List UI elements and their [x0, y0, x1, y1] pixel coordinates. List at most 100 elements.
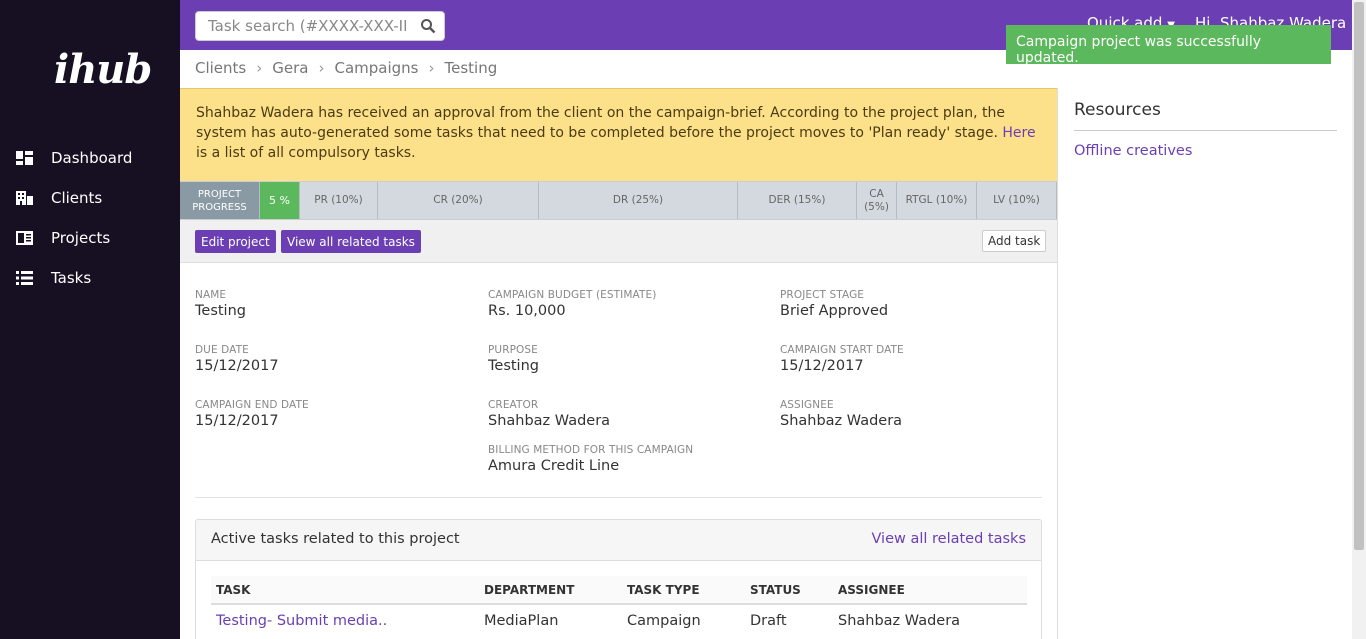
sidebar-item-label: Projects — [51, 229, 111, 247]
panel-title: Active tasks related to this project — [211, 531, 460, 547]
offline-creatives-link[interactable]: Offline creatives — [1074, 143, 1192, 159]
task-status: Draft — [750, 613, 787, 629]
sidebar-item-label: Dashboard — [51, 149, 133, 167]
detail-purpose: PURPOSE Testing — [488, 344, 539, 374]
stage-cr: CR (20%) — [378, 182, 539, 219]
sidebar-nav: Dashboard Clients Projects Tasks — [0, 138, 180, 298]
detail-name: NAME Testing — [195, 289, 246, 319]
stage-dr: DR (25%) — [539, 182, 738, 219]
detail-start-date: CAMPAIGN START DATE 15/12/2017 — [780, 344, 904, 374]
detail-budget: CAMPAIGN BUDGET (ESTIMATE) Rs. 10,000 — [488, 289, 656, 319]
page-scrollbar[interactable] — [1352, 0, 1366, 639]
breadcrumb: Clients › Gera › Campaigns › Testing — [195, 59, 497, 77]
breadcrumb-separator: › — [428, 59, 435, 77]
detail-stage: PROJECT STAGE Brief Approved — [780, 289, 888, 319]
resources-divider — [1074, 130, 1337, 131]
list-icon — [16, 271, 33, 285]
progress-label: PROJECT PROGRESS — [180, 182, 260, 219]
progress-label-line1: PROJECT — [197, 188, 242, 200]
sidebar-item-label: Clients — [51, 189, 103, 207]
dashboard-icon — [16, 151, 33, 165]
sidebar-item-tasks[interactable]: Tasks — [0, 258, 180, 298]
detail-label: CREATOR — [488, 399, 539, 411]
detail-value: Testing — [488, 358, 539, 374]
success-toast[interactable]: Campaign project was successfully update… — [1006, 25, 1331, 66]
alert-link[interactable]: Here — [1002, 125, 1035, 141]
project-progress: PROJECT PROGRESS 5 % PR (10%) CR (20%) DR… — [180, 181, 1057, 220]
projects-icon — [16, 231, 33, 245]
detail-label: CAMPAIGN START DATE — [780, 344, 904, 356]
detail-label: ASSIGNEE — [780, 399, 834, 411]
progress-done: 5 % — [260, 182, 300, 219]
detail-value: Amura Credit Line — [488, 458, 620, 474]
alert-text: Shahbaz Wadera has received an approval … — [196, 105, 1006, 141]
column-header[interactable]: ASSIGNEE — [838, 583, 905, 597]
detail-value: Shahbaz Wadera — [780, 413, 903, 429]
table-header: TASK DEPARTMENT TASK TYPE STATUS ASSIGNE… — [211, 576, 1027, 605]
task-type: Campaign — [627, 613, 701, 629]
sidebar: ihub Dashboard Clients Projects Tasks — [0, 0, 180, 639]
column-header[interactable]: DEPARTMENT — [484, 583, 574, 597]
sidebar-item-clients[interactable]: Clients — [0, 178, 180, 218]
detail-value: 15/12/2017 — [195, 413, 279, 429]
stage-pr: PR (10%) — [300, 182, 378, 219]
add-task-button[interactable]: Add task — [982, 230, 1047, 252]
view-all-tasks-link[interactable]: View all related tasks — [871, 531, 1026, 547]
detail-label: CAMPAIGN END DATE — [195, 399, 309, 411]
stage-ca: CA (5%) — [857, 182, 897, 219]
detail-billing: BILLING METHOD FOR THIS CAMPAIGN Amura C… — [488, 444, 693, 474]
building-icon — [16, 191, 33, 205]
breadcrumb-current: Testing — [444, 59, 498, 77]
view-related-tasks-button[interactable]: View all related tasks — [281, 230, 421, 253]
detail-assignee: ASSIGNEE Shahbaz Wadera — [780, 399, 902, 429]
task-assignee: Shahbaz Wadera — [838, 613, 961, 629]
detail-label: BILLING METHOD FOR THIS CAMPAIGN — [488, 444, 694, 456]
sidebar-item-label: Tasks — [51, 269, 92, 287]
action-bar: Edit project View all related tasks Add … — [180, 220, 1057, 263]
stage-der: DER (15%) — [738, 182, 857, 219]
detail-due-date: DUE DATE 15/12/2017 — [195, 344, 279, 374]
detail-label: DUE DATE — [195, 344, 249, 356]
alert-text-end: is a list of all compulsory tasks. — [196, 145, 416, 161]
task-search — [195, 11, 445, 41]
detail-end-date: CAMPAIGN END DATE 15/12/2017 — [195, 399, 309, 429]
scrollbar-thumb[interactable] — [1354, 2, 1364, 550]
detail-value: Rs. 10,000 — [488, 303, 566, 319]
detail-value: 15/12/2017 — [780, 358, 864, 374]
column-header[interactable]: TASK TYPE — [627, 583, 700, 597]
detail-label: PROJECT STAGE — [780, 289, 865, 301]
detail-label: PURPOSE — [488, 344, 538, 356]
edit-project-button[interactable]: Edit project — [195, 230, 276, 253]
breadcrumb-separator: › — [256, 59, 263, 77]
detail-label: NAME — [195, 289, 227, 301]
detail-label: CAMPAIGN BUDGET (ESTIMATE) — [488, 289, 657, 301]
detail-value: 15/12/2017 — [195, 358, 279, 374]
section-divider — [195, 497, 1042, 498]
task-department: MediaPlan — [484, 613, 559, 629]
resources-sidebar: Resources Offline creatives — [1057, 88, 1352, 639]
breadcrumb-client[interactable]: Gera — [272, 59, 308, 77]
table-row: Testing- Submit media.. MediaPlan Campai… — [211, 606, 1027, 636]
detail-value: Shahbaz Wadera — [488, 413, 611, 429]
column-header[interactable]: TASK — [216, 583, 250, 597]
search-icon[interactable] — [420, 18, 436, 34]
app-logo[interactable]: ihub — [54, 46, 152, 93]
task-link[interactable]: Testing- Submit media.. — [216, 613, 387, 629]
stage-rtgl: RTGL (10%) — [897, 182, 977, 219]
breadcrumb-separator: › — [318, 59, 325, 77]
sidebar-item-dashboard[interactable]: Dashboard — [0, 138, 180, 178]
detail-creator: CREATOR Shahbaz Wadera — [488, 399, 610, 429]
resources-title: Resources — [1074, 100, 1161, 120]
detail-value: Testing — [195, 303, 246, 319]
breadcrumb-campaigns[interactable]: Campaigns — [334, 59, 418, 77]
progress-label-line2: PROGRESS — [192, 201, 247, 213]
detail-value: Brief Approved — [780, 303, 889, 319]
sidebar-item-projects[interactable]: Projects — [0, 218, 180, 258]
approval-alert: Shahbaz Wadera has received an approval … — [180, 88, 1057, 181]
breadcrumb-clients[interactable]: Clients — [195, 59, 246, 77]
stage-lv: LV (10%) — [977, 182, 1057, 219]
panel-header: Active tasks related to this project Vie… — [196, 520, 1041, 561]
active-tasks-panel: Active tasks related to this project Vie… — [195, 519, 1042, 639]
search-input[interactable] — [196, 12, 406, 40]
column-header[interactable]: STATUS — [750, 583, 801, 597]
